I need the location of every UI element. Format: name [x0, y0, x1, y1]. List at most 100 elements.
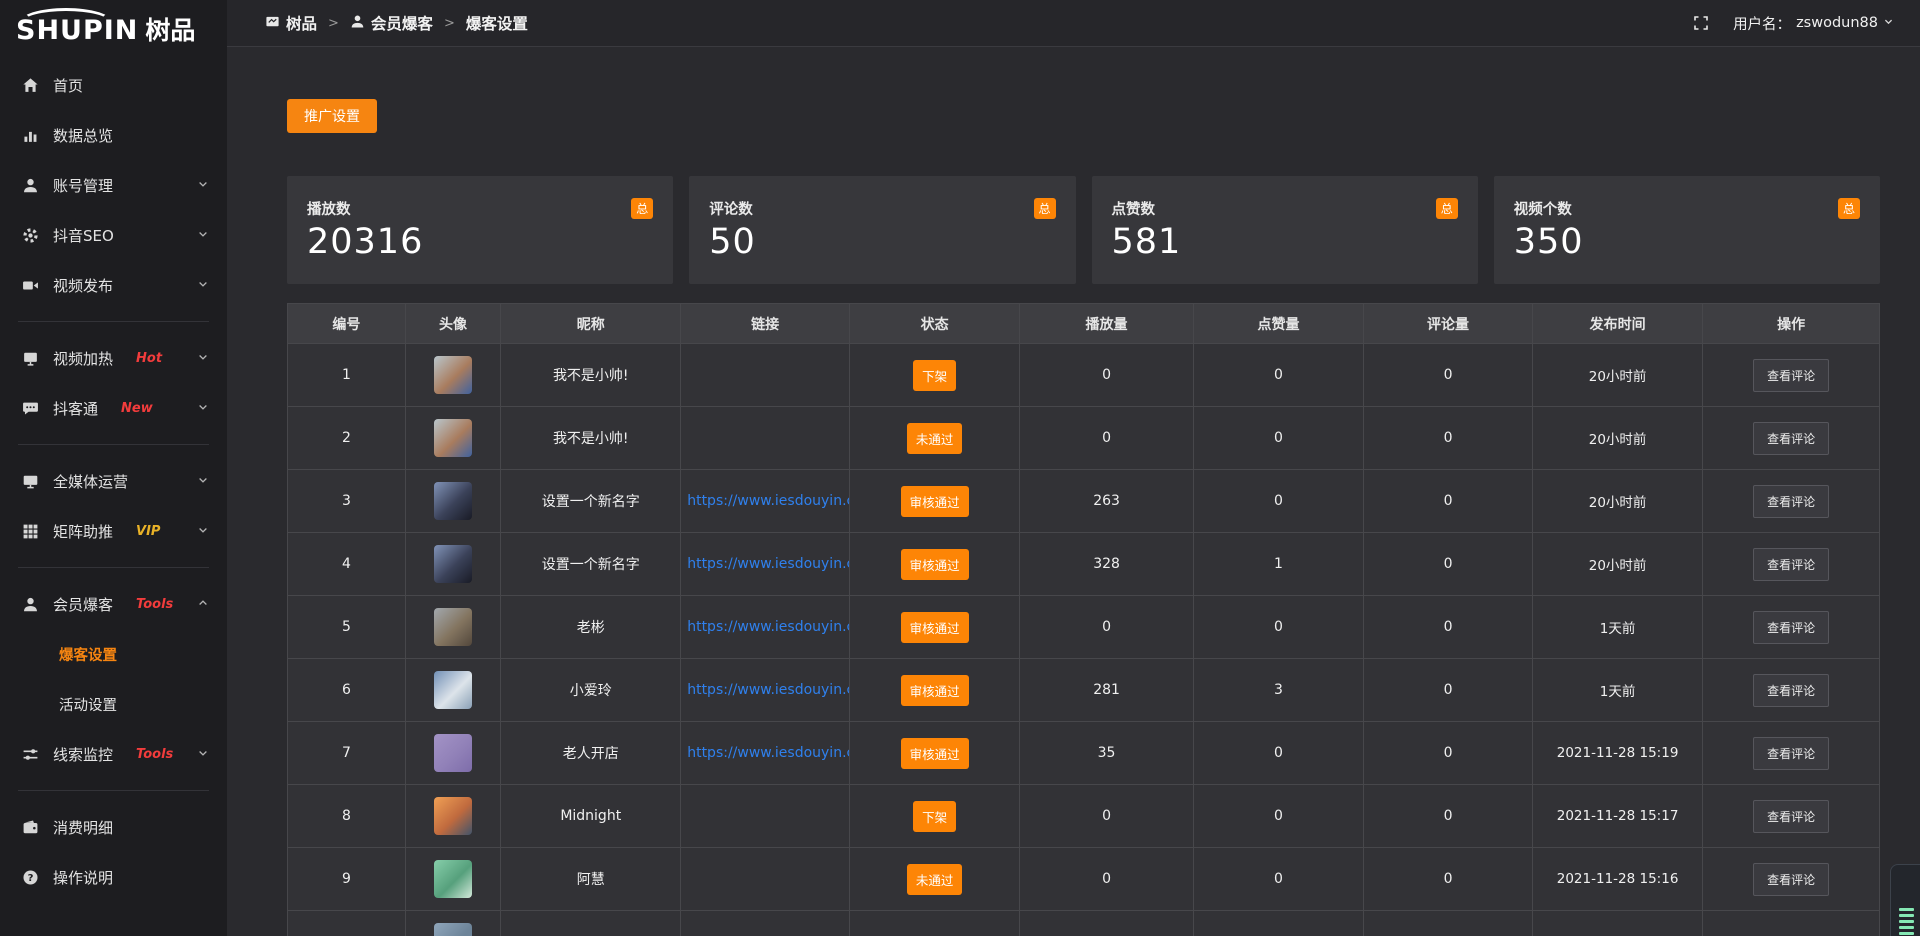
sidebar-item-tag: New: [121, 401, 153, 416]
sidebar-item-label: 抖客通: [53, 398, 98, 419]
logo-text: SHUPIN: [16, 17, 138, 44]
row-nickname: 阿慧: [501, 848, 681, 911]
user-icon: [350, 14, 365, 33]
view-comments-button[interactable]: 查看评论: [1753, 422, 1829, 455]
row-likes: 0: [1193, 785, 1363, 848]
sidebar-item-label: 线索监控: [53, 744, 113, 765]
fullscreen-icon[interactable]: [1693, 15, 1709, 31]
row-likes: 0: [1193, 344, 1363, 407]
row-likes: 0: [1193, 722, 1363, 785]
row-id: 2: [288, 407, 406, 470]
row-link[interactable]: https://www.iesdouyin.c: [687, 682, 849, 698]
status-badge: 下架: [913, 801, 956, 832]
row-likes: 0: [1193, 596, 1363, 659]
view-comments-button[interactable]: 查看评论: [1753, 359, 1829, 392]
total-badge: 总: [1436, 198, 1458, 219]
row-time: 2021-11-28 15:16: [1532, 848, 1702, 911]
sidebar-item-activity-settings[interactable]: 活动设置: [0, 679, 227, 729]
row-nickname: [501, 911, 681, 936]
chevron-down-icon: [1883, 15, 1894, 31]
view-comments-button[interactable]: 查看评论: [1753, 674, 1829, 707]
sidebar-item-tag: Hot: [136, 351, 162, 366]
avatar: [434, 419, 472, 457]
row-plays: 0: [1020, 407, 1194, 470]
row-id: 1: [288, 344, 406, 407]
sidebar-item-label: 会员爆客: [53, 594, 113, 615]
stat-label: 评论数: [709, 198, 753, 219]
status-badge: 审核通过: [901, 738, 969, 769]
floating-widget[interactable]: [1890, 864, 1920, 936]
breadcrumb-item-shupin[interactable]: 树品: [265, 12, 317, 34]
breadcrumb-separator: >: [328, 16, 339, 31]
sidebar: SHUPIN 树品 首页数据总览账号管理抖音SEO视频发布视频加热Hot抖客通N…: [0, 0, 227, 936]
wallet-icon: [22, 819, 40, 836]
gear-icon: [22, 227, 40, 244]
row-nickname: 小爱玲: [501, 659, 681, 722]
sidebar-item-baoke-settings[interactable]: 爆客设置: [0, 629, 227, 679]
status-badge: 审核通过: [901, 675, 969, 706]
row-nickname: 老彬: [501, 596, 681, 659]
row-link[interactable]: https://www.iesdouyin.c: [687, 556, 849, 572]
home-icon: [22, 77, 40, 94]
view-comments-button[interactable]: 查看评论: [1753, 863, 1829, 896]
view-comments-button[interactable]: 查看评论: [1753, 548, 1829, 581]
sidebar-item-all-media-operation[interactable]: 全媒体运营: [0, 456, 227, 506]
sidebar-item-video-publish[interactable]: 视频发布: [0, 260, 227, 310]
row-nickname: Midnight: [501, 785, 681, 848]
sidebar-item-label: 操作说明: [53, 867, 113, 888]
view-comments-button[interactable]: 查看评论: [1753, 800, 1829, 833]
total-badge: 总: [1838, 198, 1860, 219]
status-badge: 未通过: [907, 864, 963, 895]
main-area: 树品 > 会员爆客 > 爆客设置 用户名：zswodun88: [227, 0, 1920, 936]
view-comments-button[interactable]: 查看评论: [1753, 737, 1829, 770]
chevron-up-icon: [197, 595, 209, 613]
sidebar-item-operation-instructions[interactable]: ?操作说明: [0, 852, 227, 902]
user-menu[interactable]: 用户名：zswodun88: [1733, 13, 1894, 34]
topbar: 树品 > 会员爆客 > 爆客设置 用户名：zswodun88: [227, 0, 1920, 47]
row-link[interactable]: https://www.iesdouyin.c: [687, 745, 849, 761]
col-id: 编号: [288, 304, 406, 344]
sidebar-item-label: 抖音SEO: [53, 225, 114, 246]
sidebar-item-matrix-boost[interactable]: 矩阵助推VIP: [0, 506, 227, 556]
row-link[interactable]: https://www.iesdouyin.c: [687, 619, 849, 635]
avatar: [434, 545, 472, 583]
sidebar-item-data-overview[interactable]: 数据总览: [0, 110, 227, 160]
sidebar-item-douyin-seo[interactable]: 抖音SEO: [0, 210, 227, 260]
status-badge: 审核通过: [901, 612, 969, 643]
sidebar-item-clue-monitoring[interactable]: 线索监控Tools: [0, 729, 227, 779]
screen-icon: [265, 14, 280, 33]
sidebar-item-label: 活动设置: [59, 694, 117, 715]
sidebar-item-member-baoke[interactable]: 会员爆客Tools: [0, 579, 227, 629]
col-actions: 操作: [1703, 304, 1880, 344]
chevron-down-icon: [197, 226, 209, 244]
bar-chart-icon: [22, 127, 40, 144]
row-time: 1天前: [1532, 659, 1702, 722]
status-badge: 下架: [913, 360, 956, 391]
breadcrumb-item-baoke-settings: 爆客设置: [466, 12, 528, 34]
meter-bar: [1899, 920, 1914, 923]
row-id: 4: [288, 533, 406, 596]
row-link[interactable]: https://www.iesdouyin.c: [687, 493, 849, 509]
sidebar-item-label: 矩阵助推: [53, 521, 113, 542]
row-nickname: 设置一个新名字: [501, 533, 681, 596]
view-comments-button[interactable]: 查看评论: [1753, 611, 1829, 644]
stat-value: 20316: [307, 222, 653, 262]
sidebar-item-account-management[interactable]: 账号管理: [0, 160, 227, 210]
sidebar-item-douketong[interactable]: 抖客通 New: [0, 383, 227, 433]
meter-bar: [1899, 926, 1914, 929]
sidebar-item-consumption-details[interactable]: 消费明细: [0, 802, 227, 852]
view-comments-button[interactable]: 查看评论: [1753, 485, 1829, 518]
row-nickname: 老人开店: [501, 722, 681, 785]
promo-settings-button[interactable]: 推广设置: [287, 99, 377, 133]
avatar: [434, 860, 472, 898]
avatar: [434, 608, 472, 646]
breadcrumb-item-member-baoke[interactable]: 会员爆客: [350, 12, 433, 34]
stat-card-plays: 播放数 总 20316: [287, 176, 673, 284]
sidebar-item-video-heating[interactable]: 视频加热Hot: [0, 333, 227, 383]
col-nickname: 昵称: [501, 304, 681, 344]
chevron-down-icon: [197, 745, 209, 763]
stat-label: 点赞数: [1112, 198, 1156, 219]
sidebar-item-home[interactable]: 首页: [0, 60, 227, 110]
topbar-right: 用户名：zswodun88: [1693, 13, 1894, 34]
col-link: 链接: [681, 304, 850, 344]
